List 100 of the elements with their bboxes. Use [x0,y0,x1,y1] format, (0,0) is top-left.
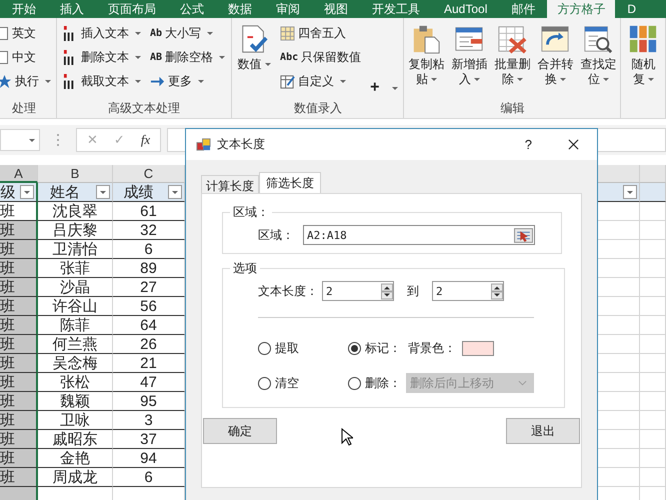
color-swatch[interactable] [462,341,494,356]
dialog-tab[interactable]: 计算长度 [201,175,259,193]
background-color-label: 背景色： [408,340,457,357]
ribbon-button[interactable]: 查找定位 [579,22,618,87]
search-icon [583,24,614,54]
ribbon-button[interactable]: 截取文本 [61,70,143,92]
ribbon-tab[interactable]: 页面布局 [96,0,168,18]
window-title: 文本长度 [217,136,266,153]
radio-option[interactable]: 清空 [258,374,348,392]
dialog-button[interactable]: 退出 [506,418,580,444]
ribbon-button[interactable]: 新增插入 [450,22,488,87]
ribbon-button[interactable]: + [368,77,400,99]
table-cell: 班 [0,221,38,240]
ribbon-button[interactable]: Ab 大小写 [148,22,228,44]
table-cell: 魏颖 [38,392,113,411]
ribbon-button[interactable]: 合并转换 [536,22,574,87]
table-cell: 卫咏 [38,411,113,430]
table-header: 成绩 [122,182,154,202]
ribbon-button[interactable]: AB 删除空格 [148,46,228,68]
table-cell: 班 [0,430,38,449]
ribbon-button[interactable]: 删除文本 [61,46,143,68]
filter-button[interactable] [168,185,182,199]
table-cell: 吕庆黎 [38,221,113,240]
table-cell: 张松 [38,373,113,392]
insert-function-button[interactable]: fx [140,132,150,148]
help-button[interactable]: ? [524,137,532,152]
table-cell: 何兰燕 [38,335,113,354]
spinner-icon[interactable] [381,282,393,300]
ribbon-button[interactable]: 更多 [148,70,228,92]
column-header[interactable]: A [0,165,38,183]
spin-field[interactable]: 2 [322,281,394,301]
color-grid-icon [628,24,658,54]
ribbon-tab[interactable]: 邮件 [499,0,548,18]
table-cell: 金艳 [38,449,113,468]
radio-button[interactable] [348,342,361,355]
ribbon-tab[interactable]: 方方格子 [547,0,616,18]
group-title: 选项 [232,260,258,277]
ribbon-tab[interactable]: D [615,0,648,18]
app-icon [196,137,211,152]
radio-button[interactable] [348,376,361,390]
spin-field[interactable]: 2 [432,281,504,301]
radio-button[interactable] [258,342,271,355]
table-cell: 班 [0,449,38,468]
range-field[interactable]: A2:A18 [303,225,535,245]
radio-button[interactable] [258,376,271,390]
ribbon-button[interactable]: 批量删除 [493,22,532,87]
group-label: 高级文本处理 [107,100,182,116]
table-icon [280,74,296,88]
grip-icon [56,133,60,147]
ribbon-tab[interactable]: 视图 [312,0,360,18]
to-label: 到 [407,282,419,300]
filter-button[interactable] [623,185,637,199]
checkbox-option[interactable]: 中文 [0,46,53,68]
column-header[interactable]: B [38,165,113,183]
ribbon-tab[interactable]: 公式 [168,0,216,18]
text-case-icon: Ab [150,28,162,38]
table-cell: 班 [0,468,38,487]
table-cell: 班 [0,373,38,392]
ribbon-button[interactable]: 四舍五入 [278,22,364,44]
ribbon-tab[interactable]: 数据 [216,0,264,18]
table-cell: 许谷山 [38,297,113,316]
dialog-tab[interactable]: 筛选长度 [259,172,321,193]
ribbon-tab[interactable]: 开发工具 [360,0,432,18]
spinner-icon[interactable] [491,282,503,300]
group-label: 处理 [11,100,37,116]
table-cell: 吴念梅 [38,354,113,373]
dialog-button[interactable]: 确定 [203,418,277,444]
group-label: 编辑 [499,100,526,116]
table-cell: 班 [0,392,38,411]
table-header: 级 [0,182,16,202]
ribbon-button[interactable]: 随机 复 [624,22,662,87]
group-label: 数值录入 [292,100,343,116]
range-label: 区域： [258,226,294,244]
radio-option[interactable]: 提取 [258,340,348,357]
ribbon-tab[interactable]: 插入 [48,0,96,18]
grid-icon [280,26,296,40]
ribbon-button[interactable]: 执行 [0,70,53,92]
table-cell: 班 [0,297,38,316]
range-picker-icon[interactable] [514,228,533,242]
close-icon[interactable] [568,139,579,150]
table-cell: 班 [0,335,38,354]
group-title: 区域： [232,204,270,221]
filter-button[interactable] [20,185,34,199]
column-header[interactable]: C [113,165,185,183]
ribbon-button[interactable]: Abc 只保留数值 [278,46,364,68]
table-cell: 班 [0,259,38,278]
radio-option[interactable]: 标记： [348,340,406,357]
table-cell: 班 [0,411,38,430]
caret-icon [29,138,35,142]
radio-option[interactable]: 删除： [348,374,406,392]
text-case-icon: Abc [280,52,298,62]
checkbox-option[interactable]: 英文 [0,22,53,44]
ribbon-tab[interactable]: AudTool [432,0,500,18]
ribbon-tab[interactable]: 开始 [0,0,48,18]
ribbon-button[interactable]: 插入文本 [61,22,143,44]
ribbon-button[interactable]: 数值 [235,22,274,72]
ribbon-button[interactable]: 自定义 [278,70,364,92]
filter-button[interactable] [96,185,110,199]
ribbon-tab[interactable]: 审阅 [264,0,312,18]
ribbon-button[interactable]: 复制粘贴 [407,22,446,87]
